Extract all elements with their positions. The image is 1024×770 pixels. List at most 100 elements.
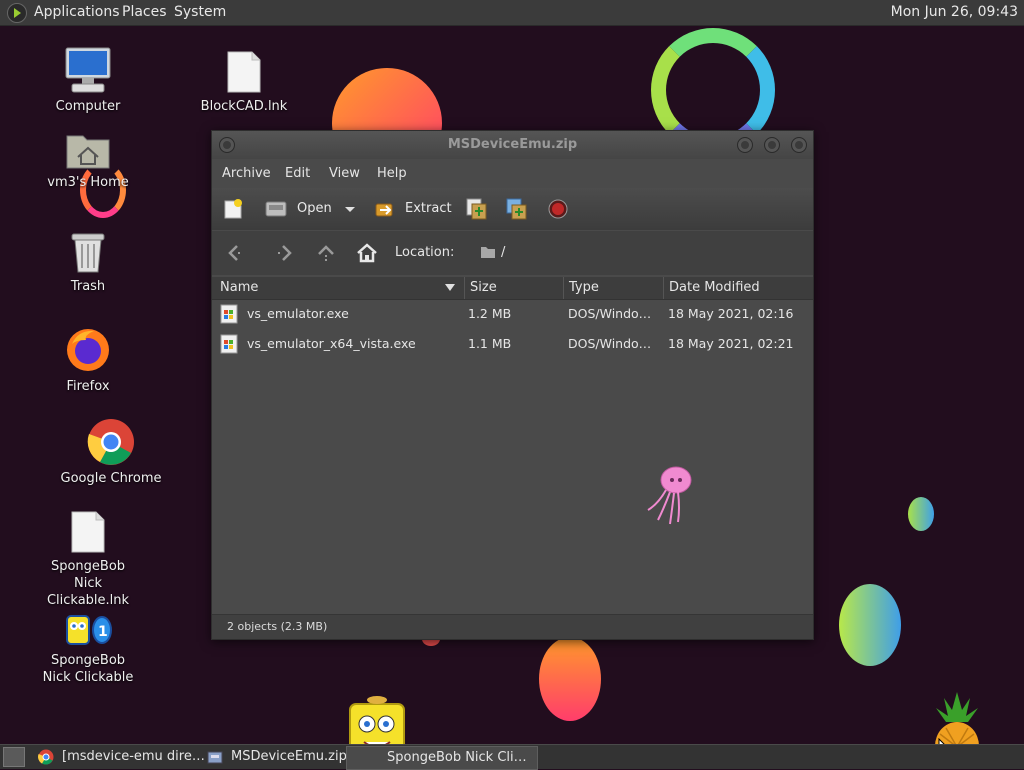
jellyfish-icon [647, 466, 692, 525]
open-archive-icon [265, 201, 287, 217]
spongebob-icon: 1 [63, 612, 113, 648]
open-button[interactable]: Open [264, 196, 334, 222]
desktop-icon-label: BlockCAD.lnk [200, 99, 288, 114]
forward-button[interactable] [274, 242, 296, 264]
panel-clock[interactable]: Mon Jun 26, 09:43 [891, 4, 1018, 20]
add-files-icon [466, 198, 487, 220]
location-path[interactable]: / [501, 245, 505, 260]
file-date: 18 May 2021, 02:16 [668, 306, 794, 321]
chrome-icon [38, 749, 54, 765]
window-menubar: Archive Edit View Help [212, 161, 813, 187]
folder-icon [480, 245, 496, 259]
column-date-modified[interactable]: Date Modified [669, 280, 760, 295]
wallpaper-large-green-bubble [839, 584, 901, 666]
file-name: vs_emulator.exe [247, 306, 349, 321]
desktop-icon-label: Trash [70, 279, 106, 294]
exe-file-icon [220, 334, 238, 354]
window-titlebar[interactable]: MSDeviceEmu.zip [212, 131, 813, 159]
desktop-icon-firefox[interactable]: Firefox [33, 326, 143, 395]
menu-edit[interactable]: Edit [285, 166, 310, 181]
desktop-icon-label: Computer [55, 99, 121, 114]
desktop-icon-computer[interactable]: Computer [33, 46, 143, 115]
open-recent-dropdown[interactable] [344, 204, 356, 214]
table-row[interactable]: vs_emulator.exe 1.2 MB DOS/Windo… 18 May… [212, 300, 813, 328]
file-icon [226, 50, 262, 94]
file-list-header: Name Size Type Date Modified [212, 277, 813, 300]
menu-system[interactable]: System [174, 4, 226, 20]
column-type[interactable]: Type [569, 280, 599, 295]
desktop-icon-home[interactable]: vm3's Home [33, 130, 143, 191]
top-panel: Applications Places System Mon Jun 26, 0… [0, 0, 1024, 26]
new-archive-button[interactable] [222, 198, 244, 220]
menu-view[interactable]: View [329, 166, 360, 181]
table-row[interactable]: vs_emulator_x64_vista.exe 1.1 MB DOS/Win… [212, 330, 813, 358]
column-name[interactable]: Name [220, 280, 258, 295]
column-separator[interactable] [464, 277, 465, 299]
task-label: [msdevice-emu dire… [62, 749, 205, 764]
chrome-icon [87, 418, 135, 466]
desktop-icon-spongebob[interactable]: 1 SpongeBob Nick Clickable [33, 612, 143, 686]
open-label: Open [297, 201, 332, 216]
desktop-icon-chrome[interactable]: Google Chrome [56, 418, 166, 487]
menu-places[interactable]: Places [122, 4, 167, 20]
task-label: MSDeviceEmu.zip [231, 749, 347, 764]
task-label: SpongeBob Nick Cli… [387, 750, 527, 765]
task-spongebob[interactable]: SpongeBob Nick Cli… [346, 746, 538, 770]
extract-button[interactable]: Extract [372, 196, 452, 222]
home-button[interactable] [355, 241, 379, 265]
maximize-button[interactable] [764, 137, 780, 153]
sort-descending-icon[interactable] [445, 284, 455, 292]
arrow-left-icon [228, 245, 242, 261]
desktop-icon-label: Firefox [66, 379, 110, 394]
back-button[interactable] [224, 242, 246, 264]
menu-applications[interactable]: Applications [34, 4, 120, 20]
close-button[interactable] [791, 137, 807, 153]
bottom-taskbar: [msdevice-emu dire… MSDeviceEmu.zip Spon… [0, 744, 1024, 770]
status-text: 2 objects (2.3 MB) [227, 620, 328, 633]
menu-help[interactable]: Help [377, 166, 407, 181]
up-button[interactable] [315, 242, 337, 264]
file-size: 1.2 MB [468, 306, 512, 321]
wallpaper-orange-bottom-bubble [539, 637, 601, 721]
stop-icon [548, 199, 568, 219]
status-bar: 2 objects (2.3 MB) [212, 614, 813, 639]
desktop-icon-label: SpongeBob Nick Clickable [42, 653, 134, 685]
add-folder-button[interactable] [505, 197, 529, 221]
arrow-right-icon [278, 245, 292, 261]
file-type: DOS/Windo… [568, 336, 652, 351]
wallpaper-green-blue-bubble [908, 497, 934, 531]
trash-icon [68, 230, 108, 274]
add-files-button[interactable] [465, 197, 489, 221]
task-archive-manager[interactable]: MSDeviceEmu.zip [203, 746, 347, 768]
file-name: vs_emulator_x64_vista.exe [247, 336, 416, 351]
show-desktop-button[interactable] [3, 747, 25, 767]
menu-archive[interactable]: Archive [222, 166, 271, 181]
task-chrome[interactable]: [msdevice-emu dire… [34, 746, 205, 768]
window-title: MSDeviceEmu.zip [447, 137, 578, 152]
new-archive-icon [224, 199, 242, 219]
file-icon [70, 510, 106, 554]
minimize-button[interactable] [737, 137, 753, 153]
column-size[interactable]: Size [470, 280, 497, 295]
desktop-icon-spongebob-lnk[interactable]: SpongeBob Nick Clickable.lnk [33, 510, 143, 609]
stop-button[interactable] [548, 199, 568, 219]
desktop-icon-blockcad[interactable]: BlockCAD.lnk [189, 50, 299, 115]
gnome-foot-icon[interactable] [7, 3, 27, 23]
window-toolbar: Open Extract [212, 188, 813, 230]
svg-text:1: 1 [98, 624, 108, 640]
home-icon [357, 243, 377, 263]
column-separator[interactable] [663, 277, 664, 299]
add-folder-icon [506, 198, 527, 220]
extract-icon [375, 203, 393, 217]
file-date: 18 May 2021, 02:21 [668, 336, 794, 351]
chevron-down-icon [345, 207, 355, 212]
file-type: DOS/Windo… [568, 306, 652, 321]
archive-icon [207, 751, 223, 764]
computer-icon [64, 46, 112, 94]
firefox-icon [64, 326, 112, 374]
desktop-icon-label: vm3's Home [47, 175, 129, 190]
exe-file-icon [220, 304, 238, 324]
location-label: Location: [395, 245, 455, 260]
column-separator[interactable] [563, 277, 564, 299]
desktop-icon-trash[interactable]: Trash [33, 230, 143, 295]
